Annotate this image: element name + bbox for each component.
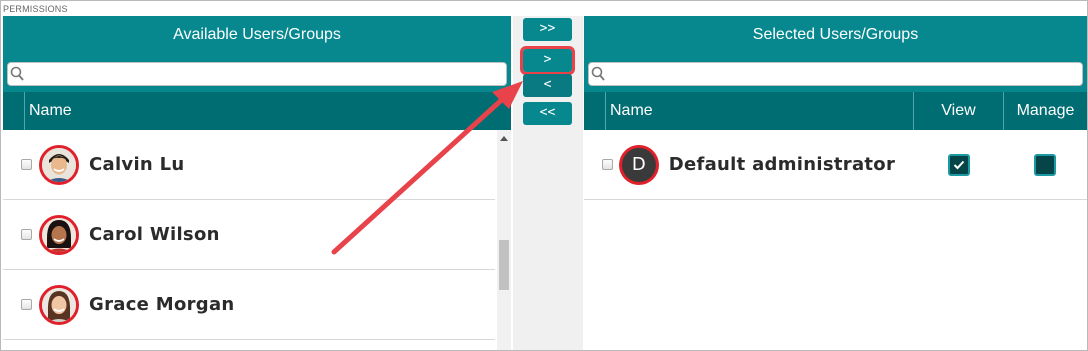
list-item[interactable]: Carol Wilson	[3, 200, 495, 270]
person-photo-icon	[42, 147, 76, 182]
selected-name-column[interactable]: Name	[606, 92, 913, 130]
person-photo-icon	[42, 287, 76, 322]
row-checkbox[interactable]	[602, 159, 613, 170]
permissions-frame: PERMISSIONS Available Users/Groups Name	[0, 0, 1088, 351]
select-column-stub	[584, 92, 606, 130]
checkmark-icon	[953, 160, 965, 169]
available-list-scrollbar[interactable]	[497, 130, 511, 350]
avatar: D	[618, 144, 659, 185]
available-search-row	[3, 54, 511, 92]
available-panel-title: Available Users/Groups	[3, 16, 511, 54]
view-column[interactable]: View	[913, 92, 1003, 130]
remove-all-button[interactable]: <<	[523, 102, 572, 125]
available-users-panel: Available Users/Groups Name Calvin Lu Ca…	[3, 16, 511, 350]
person-photo-icon	[42, 217, 76, 252]
search-icon	[591, 66, 605, 81]
row-checkbox[interactable]	[21, 159, 32, 170]
user-name: Grace Morgan	[89, 294, 235, 315]
avatar	[39, 284, 79, 325]
available-users-list: Calvin Lu Carol Wilson Grace Morgan	[3, 130, 495, 350]
selected-column-header: Name View Manage	[584, 92, 1087, 130]
remove-selected-button[interactable]: <	[523, 74, 572, 97]
section-label: PERMISSIONS	[3, 4, 68, 14]
available-search-input[interactable]	[26, 63, 502, 85]
scroll-thumb[interactable]	[499, 240, 509, 290]
table-row[interactable]: D Default administrator	[584, 130, 1087, 200]
manage-column[interactable]: Manage	[1003, 92, 1087, 130]
row-checkbox[interactable]	[21, 299, 32, 310]
available-search-box[interactable]	[7, 62, 507, 86]
add-all-button[interactable]: >>	[523, 18, 572, 41]
select-column-stub	[3, 92, 25, 130]
user-name: Default administrator	[668, 154, 896, 175]
search-icon	[10, 66, 24, 81]
selected-users-list: D Default administrator	[584, 130, 1087, 350]
avatar	[39, 144, 79, 185]
selected-users-panel: Selected Users/Groups Name View Manage D…	[584, 16, 1087, 350]
available-name-column[interactable]: Name	[25, 92, 511, 130]
list-item[interactable]: Calvin Lu	[3, 130, 495, 200]
selected-search-row	[584, 54, 1087, 92]
manage-permission-checkbox[interactable]	[1034, 153, 1057, 176]
add-selected-button[interactable]: >	[520, 46, 575, 75]
manage-permission-cell	[1004, 153, 1087, 176]
user-name: Calvin Lu	[89, 154, 185, 175]
transfer-buttons-column: >> > < <<	[513, 16, 583, 350]
avatar	[39, 214, 79, 255]
list-item[interactable]: Grace Morgan	[3, 270, 495, 340]
row-checkbox[interactable]	[21, 229, 32, 240]
scroll-up-arrow-icon[interactable]	[500, 136, 508, 141]
user-name: Carol Wilson	[89, 224, 220, 245]
selected-search-input[interactable]	[607, 63, 1078, 85]
view-permission-cell	[914, 153, 1003, 176]
selected-panel-title: Selected Users/Groups	[584, 16, 1087, 54]
view-permission-checkbox[interactable]	[947, 153, 970, 176]
available-column-header: Name	[3, 92, 511, 130]
selected-search-box[interactable]	[588, 62, 1083, 86]
